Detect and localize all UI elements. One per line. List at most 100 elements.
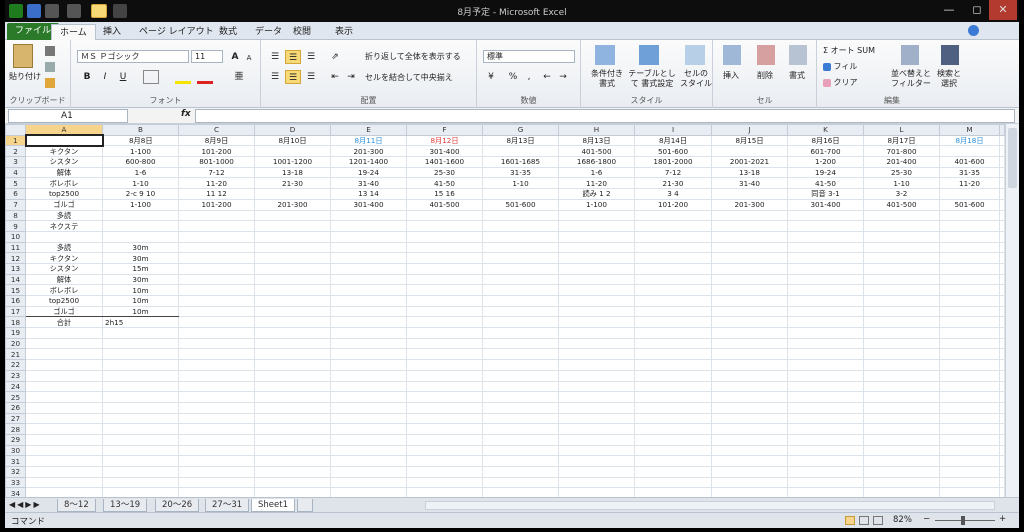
cell[interactable]: 13-18 xyxy=(254,166,331,179)
cell[interactable]: キクタン xyxy=(25,252,103,264)
cell[interactable] xyxy=(102,359,179,371)
cell[interactable] xyxy=(406,359,483,371)
cell[interactable]: 8月17日 xyxy=(863,134,940,147)
tab-page-layout[interactable]: ページ レイアウト xyxy=(131,24,222,40)
cell[interactable] xyxy=(178,412,255,425)
row-header[interactable]: 30 xyxy=(5,444,26,457)
cell[interactable]: 301-400 xyxy=(330,198,407,211)
cell[interactable] xyxy=(863,316,940,329)
merge-center-button[interactable]: セルを結合して中央揃え xyxy=(365,72,453,83)
cell[interactable] xyxy=(939,444,1000,457)
cell[interactable] xyxy=(25,369,103,382)
cell[interactable] xyxy=(254,295,331,307)
cell[interactable] xyxy=(863,359,940,371)
cell[interactable] xyxy=(102,369,179,382)
cell[interactable]: 解体 xyxy=(25,166,103,179)
cell[interactable] xyxy=(711,284,788,296)
cell-styles-button[interactable]: セルの スタイル xyxy=(679,69,713,89)
align-right-icon[interactable]: ☰ xyxy=(303,70,319,84)
cell[interactable] xyxy=(482,220,559,232)
cell[interactable] xyxy=(558,455,635,467)
cell[interactable] xyxy=(939,455,1000,467)
bold-button[interactable]: B xyxy=(79,70,95,84)
cell[interactable] xyxy=(406,273,483,286)
cell[interactable] xyxy=(711,401,788,414)
cell[interactable] xyxy=(711,273,788,286)
cell[interactable] xyxy=(939,145,1000,158)
cell[interactable] xyxy=(254,220,331,232)
cell[interactable] xyxy=(939,241,1000,254)
cell[interactable] xyxy=(558,391,635,403)
cell[interactable]: 8月10日 xyxy=(254,134,331,147)
row-header[interactable]: 16 xyxy=(5,295,26,307)
cell[interactable] xyxy=(254,466,331,478)
restore-icon[interactable]: ◻ xyxy=(963,0,991,20)
cell[interactable] xyxy=(330,327,407,339)
cell[interactable] xyxy=(254,433,331,446)
cell[interactable] xyxy=(482,487,559,497)
cell[interactable] xyxy=(178,295,255,307)
cell[interactable]: 10m xyxy=(102,284,179,296)
cell[interactable]: 1401-1600 xyxy=(406,156,483,168)
cell[interactable]: 401-600 xyxy=(939,156,1000,168)
cell[interactable]: 1201-1400 xyxy=(330,156,407,168)
column-header[interactable]: J xyxy=(711,124,788,136)
cell[interactable] xyxy=(178,348,255,361)
cell[interactable]: 7-12 xyxy=(178,166,255,179)
cell[interactable] xyxy=(999,188,1005,200)
cell[interactable] xyxy=(787,433,864,446)
cell[interactable] xyxy=(254,391,331,403)
cell[interactable] xyxy=(863,466,940,478)
paste-button[interactable]: 貼り付け xyxy=(9,71,41,82)
increase-indent-icon[interactable]: ⇥ xyxy=(343,70,359,84)
cell[interactable] xyxy=(330,369,407,382)
cell[interactable] xyxy=(999,166,1005,179)
cell[interactable] xyxy=(634,262,712,275)
format-cells-icon[interactable] xyxy=(789,45,807,65)
cell[interactable]: 1-200 xyxy=(787,156,864,168)
row-header[interactable]: 29 xyxy=(5,433,26,446)
cell[interactable] xyxy=(939,273,1000,286)
cell[interactable] xyxy=(558,380,635,393)
cell[interactable] xyxy=(178,391,255,403)
cell[interactable]: 401-500 xyxy=(406,198,483,211)
find-select-button[interactable]: 検索と 選択 xyxy=(933,69,965,89)
cell[interactable] xyxy=(406,433,483,446)
cell[interactable] xyxy=(863,423,940,435)
cell[interactable]: 25-30 xyxy=(863,166,940,179)
cell[interactable] xyxy=(939,359,1000,371)
cell[interactable]: 21-30 xyxy=(634,177,712,190)
row-header[interactable]: 34 xyxy=(5,487,26,497)
sheet-tab-sheet1[interactable]: Sheet1 xyxy=(251,499,295,512)
cell[interactable] xyxy=(330,380,407,393)
decrease-indent-icon[interactable]: ⇤ xyxy=(327,70,343,84)
cell[interactable] xyxy=(787,337,864,350)
cell[interactable] xyxy=(254,262,331,275)
cell[interactable] xyxy=(330,316,407,329)
autosum-button[interactable]: Σ オート SUM xyxy=(823,45,875,56)
zoom-out-icon[interactable]: − xyxy=(923,514,930,524)
cell[interactable] xyxy=(711,380,788,393)
cell[interactable] xyxy=(330,262,407,275)
cell[interactable]: 201-300 xyxy=(711,198,788,211)
cell[interactable] xyxy=(787,262,864,275)
find-select-icon[interactable] xyxy=(941,45,959,65)
cell[interactable] xyxy=(25,327,103,339)
cell[interactable] xyxy=(25,348,103,361)
normal-view-icon[interactable] xyxy=(845,516,855,525)
cell[interactable]: 31-40 xyxy=(711,177,788,190)
cell[interactable] xyxy=(25,401,103,414)
cell[interactable]: 201-300 xyxy=(254,198,331,211)
comma-button[interactable]: , xyxy=(521,70,537,84)
cell[interactable] xyxy=(178,455,255,467)
align-left-icon[interactable]: ☰ xyxy=(267,70,283,84)
cell[interactable] xyxy=(558,209,635,222)
tab-review[interactable]: 校閲 xyxy=(285,24,319,40)
column-header[interactable]: E xyxy=(330,124,407,136)
cell-styles-icon[interactable] xyxy=(685,45,705,65)
cell[interactable] xyxy=(178,209,255,222)
cell[interactable] xyxy=(178,284,255,296)
cell[interactable]: ゴルゴ xyxy=(25,305,103,318)
cell[interactable] xyxy=(178,487,255,497)
cell[interactable] xyxy=(939,209,1000,222)
